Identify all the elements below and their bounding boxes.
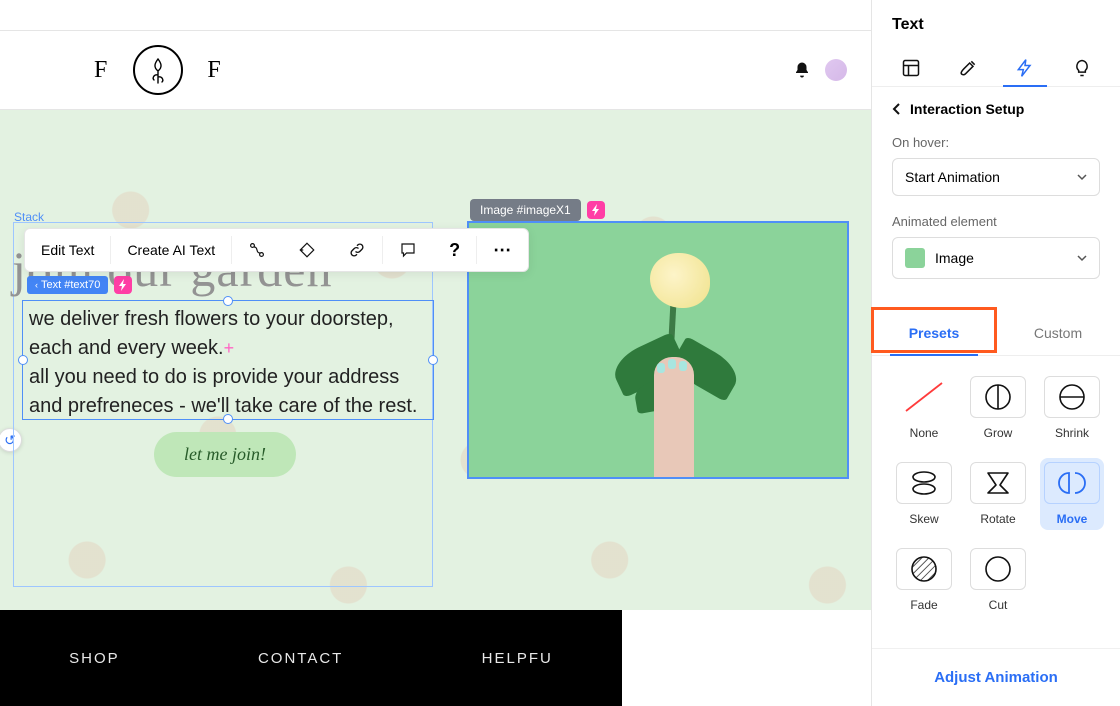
preset-none[interactable]: None [892,372,956,444]
link-button[interactable] [332,229,382,271]
brush-icon [958,58,978,78]
floating-toolbar: Edit Text Create AI Text ? ⋯ [24,228,529,272]
tab-ideas[interactable] [1066,50,1098,86]
cursor-marker: + [224,338,235,358]
panel-title: Text [872,0,1120,44]
cta-button[interactable]: let me join! [154,432,296,477]
text-element-chip[interactable]: ‹Text #text70 [27,276,108,294]
fade-icon [910,555,938,583]
inspector-panel: Text Interaction Setup On hover: Start A… [871,0,1120,706]
move-icon [1055,469,1089,497]
topbar: F F [0,30,871,110]
bolt-icon [591,204,601,216]
tab-design[interactable] [952,50,984,86]
grow-icon [984,383,1012,411]
preset-grow[interactable]: Grow [966,372,1030,444]
back-label: Interaction Setup [910,101,1024,117]
none-icon [900,377,948,417]
tab-interactions[interactable] [1009,50,1041,86]
chevron-left-icon [892,103,902,115]
more-button[interactable]: ⋯ [477,229,528,271]
hover-action-select[interactable]: Start Animation [892,158,1100,196]
preset-fade[interactable]: Fade [892,544,956,616]
text-line: each and every week. [29,337,224,359]
selected-textbox[interactable]: we deliver fresh flowers to your doorste… [22,300,434,420]
footer-link-helpful[interactable]: HELPFU [482,650,553,667]
cut-icon [984,555,1012,583]
more-icon: ⋯ [493,240,512,261]
shrink-icon [1058,383,1086,411]
animated-element-select[interactable]: Image [892,237,1100,279]
canvas[interactable]: ↺ Stack join our garden Edit Text Create… [0,110,871,610]
skew-icon [909,470,939,496]
preset-skew[interactable]: Skew [892,458,956,530]
text-line: and prefreneces - we'll take care of the… [29,395,417,417]
avatar[interactable] [825,59,847,81]
animated-element-value: Image [935,250,974,266]
comment-icon [399,241,417,259]
interaction-chip[interactable] [587,201,605,219]
animation-path-button[interactable] [232,229,282,271]
logo-letter-left: F [94,57,109,84]
help-button[interactable]: ? [433,229,476,271]
bolt-icon [118,279,128,291]
preset-rotate[interactable]: Rotate [966,458,1030,530]
logo-emblem [133,45,183,95]
rotate-icon [984,469,1012,497]
tab-presets[interactable]: Presets [872,311,996,355]
element-thumbnail [905,248,925,268]
preset-move[interactable]: Move [1040,458,1104,530]
panel-icon-tabs [872,44,1120,87]
chevron-down-icon [1077,173,1087,181]
question-icon: ? [449,240,460,261]
flower-icon [143,55,173,85]
adjust-animation-button[interactable]: Adjust Animation [872,648,1120,706]
chevron-down-icon [1077,254,1087,262]
logo-letter-right: F [207,57,222,84]
hover-action-value: Start Animation [905,169,1000,185]
bolt-icon [1015,58,1035,78]
tab-custom[interactable]: Custom [996,311,1120,355]
comment-button[interactable] [383,229,433,271]
diamond-icon [298,241,316,259]
create-ai-text-button[interactable]: Create AI Text [111,229,231,271]
align-button[interactable] [282,229,332,271]
footer-link-shop[interactable]: SHOP [69,650,120,667]
footer-link-contact[interactable]: CONTACT [258,650,343,667]
site-footer: SHOP CONTACT HELPFU [0,610,622,706]
link-icon [348,241,366,259]
preset-grid: None Grow Shrink Skew Rotate Move Fad [872,356,1120,624]
animated-element-label: Animated element [892,214,1100,229]
back-button[interactable]: Interaction Setup [892,101,1100,117]
tab-layout[interactable] [895,50,927,86]
bulb-icon [1072,58,1092,78]
resize-handle-left[interactable] [18,355,28,365]
text-line: we deliver fresh flowers to your doorste… [29,308,394,330]
resize-handle-bottom[interactable] [223,414,233,424]
image-element-chip[interactable]: Image #imageX1 [470,199,581,221]
hover-label: On hover: [892,135,1100,150]
text-line: all you need to do is provide your addre… [29,366,399,388]
resize-handle-right[interactable] [428,355,438,365]
interaction-chip[interactable] [114,276,132,294]
layout-icon [901,58,921,78]
preset-custom-tabs: Presets Custom [872,311,1120,356]
preset-cut[interactable]: Cut [966,544,1030,616]
edit-text-button[interactable]: Edit Text [25,229,110,271]
preset-shrink[interactable]: Shrink [1040,372,1104,444]
logo: F F [94,45,223,95]
resize-handle-top[interactable] [223,296,233,306]
path-icon [248,241,266,259]
bell-icon[interactable] [793,61,811,79]
